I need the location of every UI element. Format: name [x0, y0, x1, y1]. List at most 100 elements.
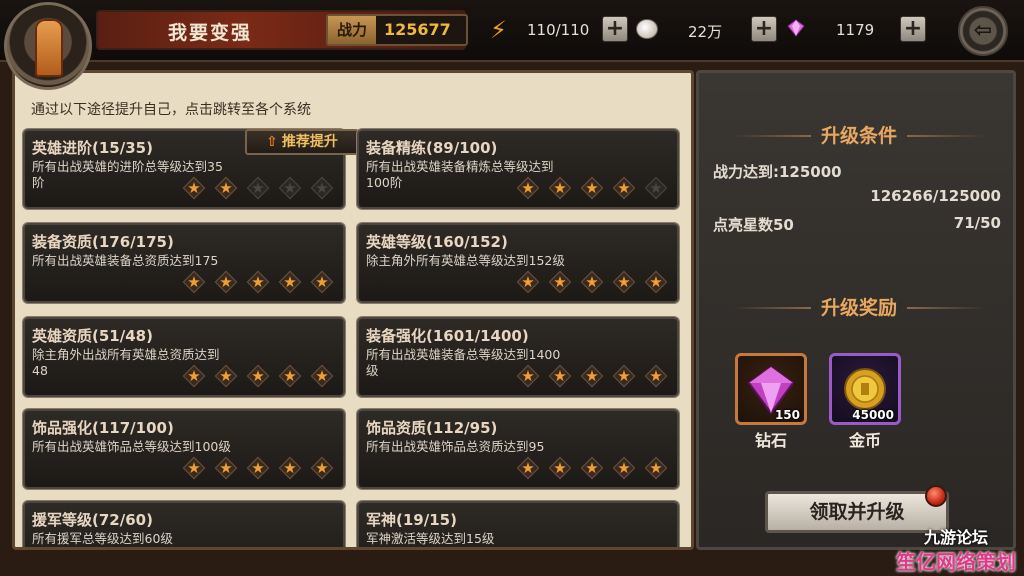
power-requirement: 战力达到:125000 — [713, 163, 842, 181]
card-title: 英雄等级(160/152) — [366, 233, 508, 251]
watermark-forum: 九游论坛 — [924, 528, 989, 547]
star-icon: ★ — [547, 270, 573, 294]
star-rating: ★★★★★ — [515, 364, 669, 388]
star-icon: ★ — [643, 549, 669, 550]
star-icon: ★ — [245, 549, 271, 550]
intro-text: 通过以下途径提升自己，点击跳转至各个系统 — [31, 102, 311, 118]
star-icon: ★ — [643, 456, 669, 480]
card-title: 装备强化(1601/1400) — [366, 327, 529, 345]
star-icon: ★ — [181, 270, 207, 294]
star-icon: ★ — [643, 270, 669, 294]
star-icon: ★ — [213, 456, 239, 480]
star-icon: ★ — [213, 176, 239, 200]
star-icon: ★ — [309, 549, 335, 550]
star-icon: ★ — [611, 456, 637, 480]
top-bar: 我要变强 战力 125677 ⚡ 110/110 + 22万 + 1179 + … — [0, 0, 1024, 62]
improvement-card[interactable]: 军神(19/15) 军神激活等级达到15级 ★ ★ ★ ★ ★ — [357, 501, 679, 550]
star-icon: ★ — [611, 176, 637, 200]
star-icon: ★ — [579, 549, 605, 550]
star-icon: ★ — [277, 456, 303, 480]
improvement-card[interactable]: 援军等级(72/60) 所有援军总等级达到60级 ★ ★ ★ ★ ★ — [23, 501, 345, 550]
star-icon: ★ — [181, 176, 207, 200]
add-gold-button[interactable]: + — [751, 16, 777, 42]
star-icon: ★ — [611, 549, 637, 550]
up-arrow-icon: ⇧ — [266, 134, 278, 150]
star-icon: ★ — [245, 176, 271, 200]
star-icon: ★ — [213, 549, 239, 550]
rewards-title: 升级奖励 — [820, 297, 897, 319]
improvement-card[interactable]: 英雄进阶(15/35) 所有出战英雄的进阶总等级达到35阶 ★ ★ ★ ★ ★ ⇧ 推荐提升 — [23, 129, 359, 209]
star-rating: ★★★★★ — [515, 270, 669, 294]
star-rating: ★★★★★ — [515, 456, 669, 480]
star-icon: ★ — [515, 456, 541, 480]
star-icon: ★ — [181, 364, 207, 388]
star-rating: ★★★★★ — [181, 364, 335, 388]
power-display: 战力 125677 — [326, 14, 468, 46]
star-icon: ★ — [309, 176, 335, 200]
star-icon: ★ — [309, 456, 335, 480]
conditions-header: 升级条件 — [699, 121, 1019, 151]
add-diamond-button[interactable]: + — [900, 16, 926, 42]
reward-diamond-name: 钻石 — [754, 431, 787, 450]
back-button[interactable]: ⇦ — [958, 6, 1008, 56]
star-icon: ★ — [579, 176, 605, 200]
reward-diamond-amount: 150 — [774, 408, 800, 422]
star-icon: ★ — [515, 549, 541, 550]
add-stamina-button[interactable]: + — [602, 16, 628, 42]
card-description: 军神激活等级达到15级 — [366, 531, 495, 546]
back-arrow-icon: ⇦ — [973, 18, 993, 43]
silver-coin-icon — [636, 19, 658, 39]
star-icon: ★ — [245, 270, 271, 294]
improvement-card[interactable]: 装备资质(176/175) 所有出战英雄装备总资质达到175 ★ ★ ★ ★ ★ — [23, 223, 345, 303]
stamina-bolt-icon: ⚡ — [490, 16, 507, 44]
card-description: 除主角外所有英雄总等级达到152级 — [366, 253, 565, 268]
card-title: 装备精练(89/100) — [366, 139, 498, 157]
stamina-value: 110/110 — [527, 21, 590, 39]
star-rating: ★ ★ ★ ★ ★ — [515, 549, 669, 550]
card-title: 英雄资质(51/48) — [32, 327, 153, 345]
power-value: 125677 — [384, 20, 451, 39]
trophy-emblem-icon — [4, 2, 92, 90]
reward-gold-amount: 45000 — [852, 408, 894, 422]
improvement-card[interactable]: 装备精练(89/100) 所有出战英雄装备精炼总等级达到100阶 ★ ★ ★ ★ ★ — [357, 129, 679, 209]
star-icon: ★ — [579, 270, 605, 294]
card-title: 英雄进阶(15/35) — [32, 139, 153, 157]
recommend-tag: ⇧ 推荐提升 — [245, 129, 359, 155]
star-icon: ★ — [643, 176, 669, 200]
card-title: 援军等级(72/60) — [32, 511, 153, 529]
rewards-header: 升级奖励 — [699, 293, 1019, 323]
star-icon: ★ — [181, 456, 207, 480]
claim-upgrade-button[interactable]: 领取并升级 — [765, 491, 949, 533]
star-icon: ★ — [213, 364, 239, 388]
star-icon: ★ — [547, 456, 573, 480]
star-icon: ★ — [245, 456, 271, 480]
star-icon: ★ — [579, 364, 605, 388]
star-icon: ★ — [181, 549, 207, 550]
star-icon: ★ — [277, 364, 303, 388]
star-icon: ★ — [579, 456, 605, 480]
star-rating: ★★★★★ — [181, 456, 335, 480]
improvement-card[interactable]: 饰品资质(112/95) 所有出战英雄饰品总资质达到95 ★ ★ ★ ★ ★ — [357, 409, 679, 489]
reward-diamond[interactable]: 150 — [735, 353, 807, 425]
star-rating: ★★★★★ — [181, 270, 335, 294]
improvement-card[interactable]: 英雄资质(51/48) 除主角外出战所有英雄总资质达到48 ★ ★ ★ ★ ★ — [23, 317, 345, 397]
reward-gold[interactable]: 45000 — [829, 353, 901, 425]
card-title: 饰品强化(117/100) — [32, 419, 174, 437]
star-icon: ★ — [547, 549, 573, 550]
card-description: 所有出战英雄装备总资质达到175 — [32, 253, 219, 268]
improvement-card[interactable]: 英雄等级(160/152) 除主角外所有英雄总等级达到152级 ★ ★ ★ ★ ★ — [357, 223, 679, 303]
card-title: 饰品资质(112/95) — [366, 419, 498, 437]
improvement-card[interactable]: 装备强化(1601/1400) 所有出战英雄装备总等级达到1400级 ★ ★ ★ ★ ★ — [357, 317, 679, 397]
card-description: 所有出战英雄饰品总资质达到95 — [366, 439, 545, 454]
star-icon: ★ — [611, 270, 637, 294]
improvement-card[interactable]: 饰品强化(117/100) 所有出战英雄饰品总等级达到100级 ★ ★ ★ ★ ★ — [23, 409, 345, 489]
star-rating: ★ ★ ★ ★ ★ — [181, 549, 335, 550]
star-icon: ★ — [213, 270, 239, 294]
star-icon: ★ — [643, 364, 669, 388]
star-icon: ★ — [547, 176, 573, 200]
notification-dot-icon — [925, 485, 947, 507]
conditions-title: 升级条件 — [820, 125, 897, 147]
diamond-icon — [787, 19, 805, 37]
star-icon: ★ — [515, 176, 541, 200]
star-icon: ★ — [277, 549, 303, 550]
